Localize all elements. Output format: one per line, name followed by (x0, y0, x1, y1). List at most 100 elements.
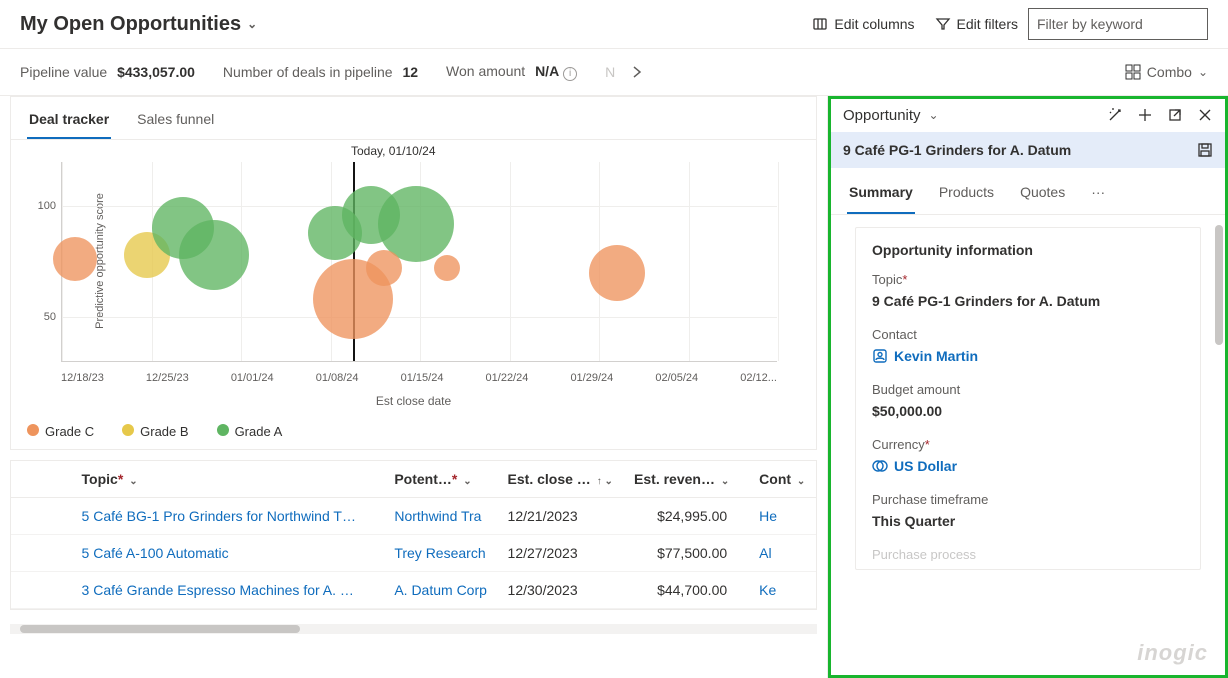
combo-icon (1125, 64, 1141, 80)
x-tick: 02/12... (740, 372, 777, 384)
panel-body: Opportunity information Topic* 9 Café PG… (831, 215, 1225, 676)
cell-contact[interactable]: Ke (751, 571, 816, 608)
edit-filters-button[interactable]: Edit filters (925, 10, 1028, 38)
x-tick: 01/01/24 (231, 372, 274, 384)
metric-value: N/A (535, 63, 559, 79)
save-icon[interactable] (1197, 142, 1213, 158)
cell-customer[interactable]: A. Datum Corp (386, 571, 499, 608)
cell-close: 12/21/2023 (500, 497, 627, 534)
view-title-selector[interactable]: My Open Opportunities ⌄ (20, 13, 257, 36)
field-topic[interactable]: Topic* 9 Café PG-1 Grinders for A. Datum (872, 272, 1184, 309)
x-tick: 02/05/24 (655, 372, 698, 384)
field-process[interactable]: Purchase process (872, 547, 1184, 561)
view-mode-selector[interactable]: Combo ⌄ (1125, 64, 1208, 80)
info-icon[interactable]: i (563, 67, 577, 81)
bubble-point[interactable] (53, 237, 97, 281)
column-header[interactable]: Est. close … ↑ ⌄ (500, 461, 627, 498)
wand-icon[interactable] (1107, 107, 1123, 123)
bubble-point[interactable] (434, 255, 460, 281)
bubble-point[interactable] (589, 245, 645, 301)
page-header: My Open Opportunities ⌄ Edit columns Edi… (0, 0, 1228, 49)
x-tick: 01/22/24 (486, 372, 529, 384)
vertical-scrollbar[interactable] (1215, 225, 1223, 345)
legend-item[interactable]: Grade A (217, 424, 283, 439)
field-value: US Dollar (894, 458, 957, 474)
cell-topic[interactable]: 5 Café BG-1 Pro Grinders for Northwind T… (74, 497, 387, 534)
tab-deal-tracker[interactable]: Deal tracker (27, 103, 111, 139)
field-label: Purchase process (872, 547, 1184, 561)
field-value: 9 Café PG-1 Grinders for A. Datum (872, 293, 1100, 309)
columns-icon (812, 16, 828, 32)
filter-icon (935, 16, 951, 32)
metric-value: $433,057.00 (117, 64, 195, 80)
plus-icon[interactable] (1137, 107, 1153, 123)
opportunity-side-panel: Opportunity ⌄ 9 Café PG-1 Grinders for A… (828, 96, 1228, 678)
table-row[interactable]: 5 Café A-100 AutomaticTrey Research12/27… (11, 534, 816, 571)
lookup-value[interactable]: Kevin Martin (872, 348, 1184, 364)
field-budget[interactable]: Budget amount $50,000.00 (872, 382, 1184, 419)
metric-next: N (605, 64, 615, 80)
cell-revenue: $44,700.00 (626, 571, 751, 608)
field-label: Purchase timeframe (872, 492, 1184, 507)
metric-pipeline: Pipeline value $433,057.00 (20, 64, 195, 80)
chevron-down-icon: ⌄ (1198, 65, 1208, 79)
cell-revenue: $77,500.00 (626, 534, 751, 571)
legend-item[interactable]: Grade C (27, 424, 94, 439)
filter-placeholder: Filter by keyword (1037, 16, 1143, 32)
edit-columns-button[interactable]: Edit columns (802, 10, 924, 38)
panel-tab-summary[interactable]: Summary (847, 178, 915, 214)
person-icon (872, 348, 888, 364)
field-currency[interactable]: Currency* US Dollar (872, 437, 1184, 474)
edit-columns-label: Edit columns (834, 16, 914, 32)
cell-contact[interactable]: He (751, 497, 816, 534)
bubble-point[interactable] (366, 250, 402, 286)
column-header[interactable]: Cont ⌄ (751, 461, 816, 498)
legend-item[interactable]: Grade B (122, 424, 188, 439)
x-tick: 12/25/23 (146, 372, 189, 384)
table-row[interactable]: 3 Café Grande Espresso Machines for A. …… (11, 571, 816, 608)
y-tick: 100 (38, 200, 56, 212)
x-tick: 01/29/24 (570, 372, 613, 384)
panel-tab-more[interactable]: ··· (1089, 178, 1107, 214)
bubble-point[interactable] (179, 220, 249, 290)
table-row[interactable]: 5 Café BG-1 Pro Grinders for Northwind T… (11, 497, 816, 534)
y-tick: 50 (44, 311, 56, 323)
column-header[interactable]: Est. reven… ⌄ (626, 461, 751, 498)
next-arrow-icon[interactable] (630, 65, 644, 79)
close-icon[interactable] (1197, 107, 1213, 123)
field-timeframe[interactable]: Purchase timeframe This Quarter (872, 492, 1184, 529)
panel-tab-products[interactable]: Products (937, 178, 996, 214)
cell-topic[interactable]: 5 Café A-100 Automatic (74, 534, 387, 571)
x-tick: 01/15/24 (401, 372, 444, 384)
filter-keyword-input[interactable]: Filter by keyword (1028, 8, 1208, 40)
metric-won: Won amount N/A i (446, 63, 577, 81)
edit-filters-label: Edit filters (957, 16, 1018, 32)
bubble-chart: Today, 01/10/24 Predictive opportunity s… (11, 140, 816, 414)
cell-close: 12/27/2023 (500, 534, 627, 571)
chart-legend: Grade C Grade B Grade A (11, 414, 816, 449)
metrics-bar: Pipeline value $433,057.00 Number of dea… (0, 49, 1228, 96)
view-title: My Open Opportunities (20, 13, 241, 36)
horizontal-scrollbar[interactable] (10, 624, 817, 634)
cell-customer[interactable]: Northwind Tra (386, 497, 499, 534)
chevron-down-icon[interactable]: ⌄ (929, 108, 939, 122)
cell-topic[interactable]: 3 Café Grande Espresso Machines for A. … (74, 571, 387, 608)
field-label: Contact (872, 327, 1184, 342)
currency-icon (872, 458, 888, 474)
panel-tab-quotes[interactable]: Quotes (1018, 178, 1067, 214)
metric-label: Pipeline value (20, 64, 107, 80)
field-label: Topic (872, 272, 902, 287)
cell-contact[interactable]: Al (751, 534, 816, 571)
panel-tabs: Summary Products Quotes ··· (831, 168, 1225, 215)
column-header[interactable]: Topic* ⌄ (74, 461, 387, 498)
field-value: Kevin Martin (894, 348, 978, 364)
cell-customer[interactable]: Trey Research (386, 534, 499, 571)
column-header[interactable]: Potent…* ⌄ (386, 461, 499, 498)
popout-icon[interactable] (1167, 107, 1183, 123)
opportunity-grid: Topic* ⌄Potent…* ⌄Est. close … ↑ ⌄Est. r… (10, 460, 817, 610)
x-axis-label: Est close date (27, 394, 800, 408)
cell-revenue: $24,995.00 (626, 497, 751, 534)
field-contact[interactable]: Contact Kevin Martin (872, 327, 1184, 364)
tab-sales-funnel[interactable]: Sales funnel (135, 103, 216, 139)
lookup-value[interactable]: US Dollar (872, 458, 1184, 474)
